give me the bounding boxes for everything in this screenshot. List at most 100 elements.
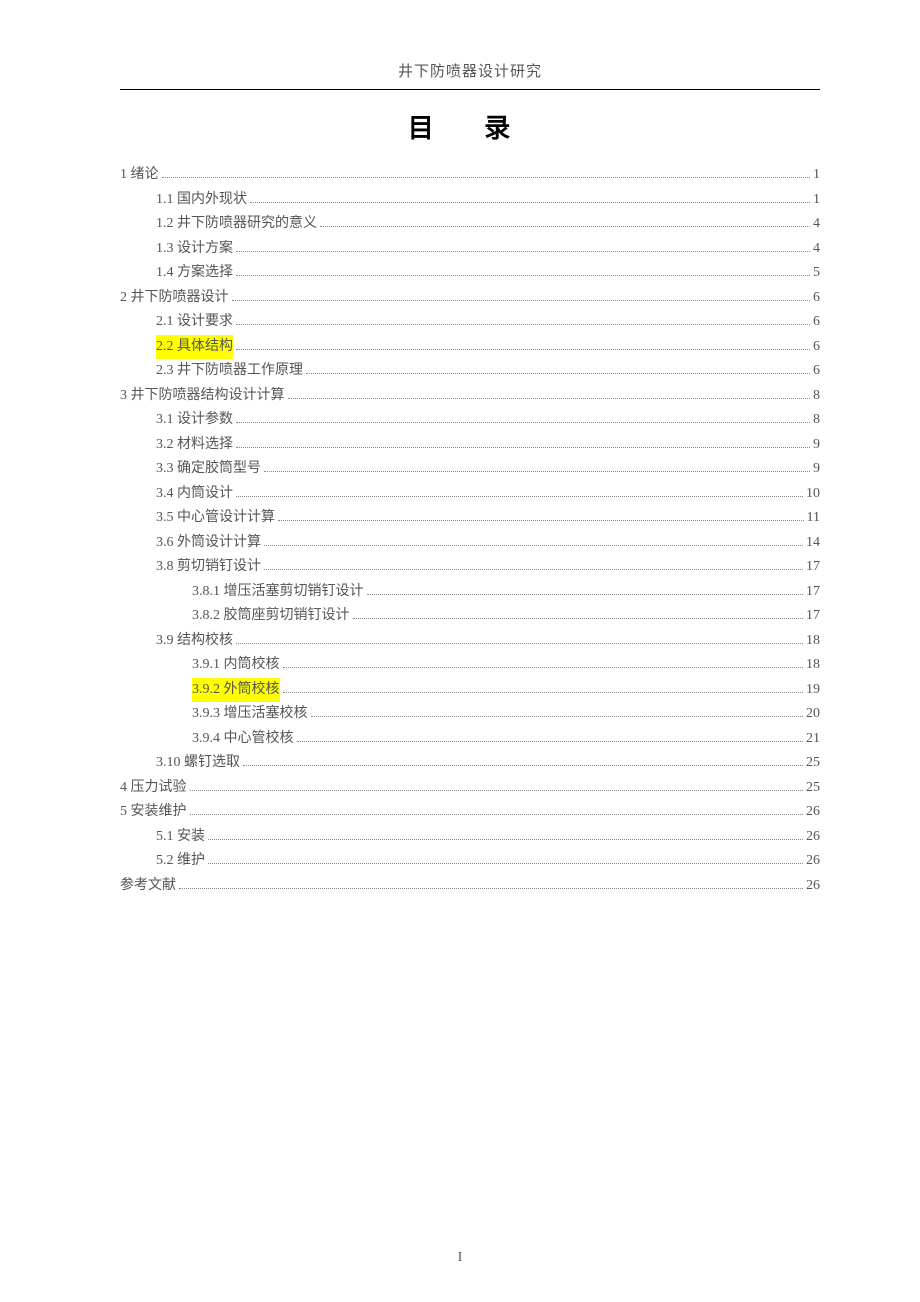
toc-entry: 2 井下防喷器设计 6: [120, 286, 820, 311]
toc-entry-page: 25: [806, 751, 820, 776]
toc-leader-dots: [208, 852, 803, 864]
toc-entry-page: 19: [806, 678, 820, 703]
toc-leader-dots: [264, 533, 803, 545]
toc-entry-page: 4: [813, 212, 820, 237]
toc-leader-dots: [190, 778, 804, 790]
toc-entry-page: 1: [813, 188, 820, 213]
toc-entry-page: 17: [806, 580, 820, 605]
toc-leader-dots: [236, 435, 810, 447]
toc-entry-text: 1.3 设计方案: [156, 237, 233, 262]
toc-entry-page: 6: [813, 359, 820, 384]
toc-entry-text: 3.4 内筒设计: [156, 482, 233, 507]
toc-entry: 3.8.1 增压活塞剪切销钉设计 17: [120, 580, 820, 605]
toc-entry-page: 9: [813, 457, 820, 482]
toc-entry: 4 压力试验25: [120, 776, 820, 801]
toc-entry-page: 17: [806, 604, 820, 629]
toc-leader-dots: [250, 190, 810, 202]
toc-entry-text: 3.6 外筒设计计算: [156, 531, 261, 556]
toc-entry-text: 3 井下防喷器结构设计计算: [120, 384, 285, 409]
toc-leader-dots: [236, 411, 810, 423]
toc-entry-text: 3.10 螺钉选取: [156, 751, 240, 776]
toc-entry-page: 26: [806, 874, 820, 899]
toc-entry-page: 18: [806, 653, 820, 678]
toc-entry-text: 3.9.1 内筒校核: [192, 653, 280, 678]
toc-entry-text: 5.2 维护: [156, 849, 205, 874]
toc-entry-page: 17: [806, 555, 820, 580]
toc-entry: 3.9.1 内筒校核 18: [120, 653, 820, 678]
toc-entry-text: 2 井下防喷器设计: [120, 286, 229, 311]
toc-leader-dots: [283, 656, 804, 668]
toc-entry: 3.9.4 中心管校核21: [120, 727, 820, 752]
toc-leader-dots: [297, 729, 804, 741]
toc-leader-dots: [264, 558, 803, 570]
toc-leader-dots: [208, 827, 803, 839]
toc-entry: 5 安装维护 26: [120, 800, 820, 825]
toc-entry-page: 4: [813, 237, 820, 262]
toc-entry: 2.2 具体结构6: [120, 335, 820, 360]
toc-entry-page: 10: [806, 482, 820, 507]
page: 井下防喷器设计研究 目 录 1 绪论11.1 国内外现状11.2 井下防喷器研究…: [0, 0, 920, 1302]
toc-entry-page: 6: [813, 286, 820, 311]
toc-entry: 3.5 中心管设计计算 11: [120, 506, 820, 531]
toc-entry-page: 8: [813, 408, 820, 433]
toc-entry: 2.1 设计要求 6: [120, 310, 820, 335]
toc-leader-dots: [232, 288, 811, 300]
toc-leader-dots: [367, 582, 804, 594]
toc-entry-text: 5.1 安装: [156, 825, 205, 850]
toc-leader-dots: [236, 337, 810, 349]
toc-entry-page: 20: [806, 702, 820, 727]
toc-entry: 3.6 外筒设计计算 14: [120, 531, 820, 556]
toc-entry-page: 9: [813, 433, 820, 458]
toc-leader-dots: [311, 705, 804, 717]
toc-entry-page: 26: [806, 800, 820, 825]
toc-entry: 3.10 螺钉选取 25: [120, 751, 820, 776]
toc-entry: 5.2 维护 26: [120, 849, 820, 874]
toc-entry-text: 参考文献: [120, 874, 176, 899]
toc-entry-page: 1: [813, 163, 820, 188]
toc-entry-text: 3.9.3 增压活塞校核: [192, 702, 308, 727]
toc-entry-text: 1 绪论: [120, 163, 159, 188]
toc-entry-text: 1.1 国内外现状: [156, 188, 247, 213]
toc-entry-text: 5 安装维护: [120, 800, 187, 825]
toc-entry: 5.1 安装 26: [120, 825, 820, 850]
toc-entry-page: 11: [807, 506, 820, 531]
toc-entry-text: 3.9 结构校核: [156, 629, 233, 654]
toc-entry-text: 3.1 设计参数: [156, 408, 233, 433]
toc-leader-dots: [320, 215, 810, 227]
toc-leader-dots: [353, 607, 804, 619]
toc-entry: 3 井下防喷器结构设计计算 8: [120, 384, 820, 409]
toc-entry: 3.9 结构校核 18: [120, 629, 820, 654]
toc-entry: 3.9.3 增压活塞校核 20: [120, 702, 820, 727]
running-header: 井下防喷器设计研究: [120, 60, 820, 90]
toc-leader-dots: [236, 313, 810, 325]
toc-entry: 3.1 设计参数 8: [120, 408, 820, 433]
toc-entry: 1.1 国内外现状 1: [120, 188, 820, 213]
toc-leader-dots: [236, 631, 803, 643]
toc-entry-text: 3.8 剪切销钉设计: [156, 555, 261, 580]
toc-entry-page: 8: [813, 384, 820, 409]
toc-leader-dots: [236, 264, 810, 276]
table-of-contents: 1 绪论11.1 国内外现状11.2 井下防喷器研究的意义41.3 设计方案41…: [120, 163, 820, 898]
toc-entry: 2.3 井下防喷器工作原理6: [120, 359, 820, 384]
toc-entry: 3.8 剪切销钉设计 17: [120, 555, 820, 580]
toc-entry-text: 2.1 设计要求: [156, 310, 233, 335]
toc-leader-dots: [264, 460, 810, 472]
toc-entry-page: 26: [806, 849, 820, 874]
toc-leader-dots: [236, 239, 810, 251]
toc-entry-text: 4 压力试验: [120, 776, 187, 801]
toc-leader-dots: [162, 166, 811, 178]
toc-entry-text: 3.5 中心管设计计算: [156, 506, 275, 531]
toc-entry: 参考文献 26: [120, 874, 820, 899]
page-number: I: [0, 1250, 920, 1266]
toc-entry: 3.8.2 胶筒座剪切销钉设计17: [120, 604, 820, 629]
toc-entry-page: 18: [806, 629, 820, 654]
toc-entry-page: 14: [806, 531, 820, 556]
toc-entry-text: 3.9.4 中心管校核: [192, 727, 294, 752]
toc-entry-page: 5: [813, 261, 820, 286]
toc-entry-text: 3.8.1 增压活塞剪切销钉设计: [192, 580, 364, 605]
toc-leader-dots: [278, 509, 804, 521]
toc-entry-page: 6: [813, 310, 820, 335]
toc-entry-page: 26: [806, 825, 820, 850]
toc-entry-text: 3.3 确定胶筒型号: [156, 457, 261, 482]
toc-entry-page: 6: [813, 335, 820, 360]
